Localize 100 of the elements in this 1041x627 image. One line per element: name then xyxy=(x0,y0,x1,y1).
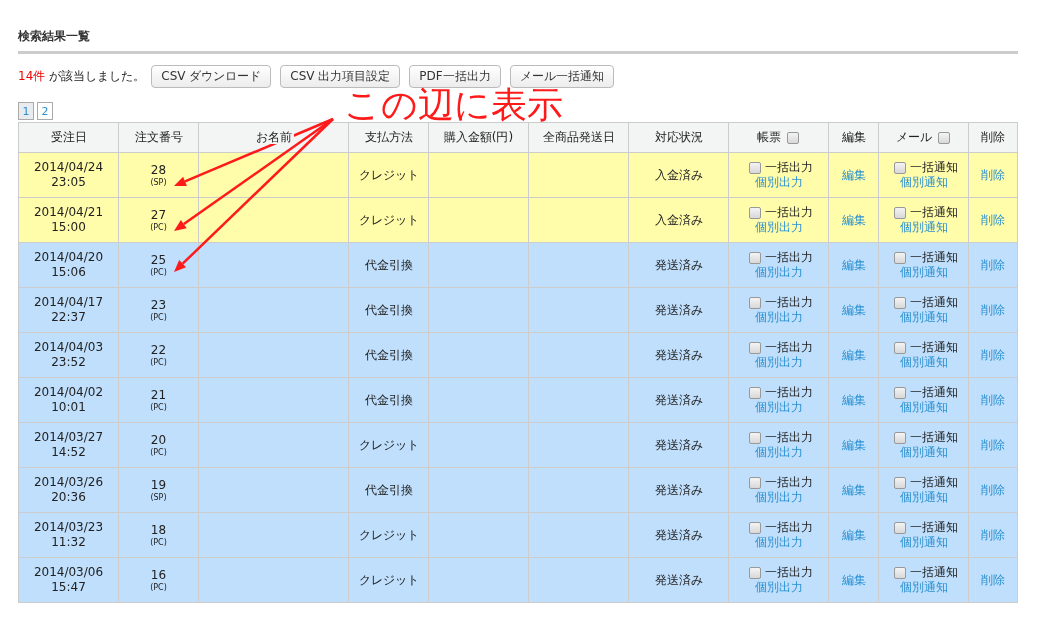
pdf-checkbox[interactable] xyxy=(748,341,761,354)
individual-output-link[interactable]: 個別出力 xyxy=(754,175,803,189)
mail-checkbox[interactable] xyxy=(893,566,906,579)
individual-output-link[interactable]: 個別出力 xyxy=(754,355,803,369)
edit-link[interactable]: 編集 xyxy=(841,572,866,587)
order-time: 22:37 xyxy=(50,310,87,325)
pdf-checkbox[interactable] xyxy=(748,251,761,264)
bulk-output-label: 一括出力 xyxy=(764,385,813,400)
individual-notify-link[interactable]: 個別通知 xyxy=(899,310,948,324)
order-date: 2014/03/06 xyxy=(32,565,105,580)
result-text: が該当しました。 xyxy=(49,68,146,85)
edit-link[interactable]: 編集 xyxy=(841,437,866,452)
bulk-notify-label: 一括通知 xyxy=(909,475,958,490)
order-time: 15:47 xyxy=(50,580,87,595)
payment-method: クレジット xyxy=(358,437,419,452)
edit-link[interactable]: 編集 xyxy=(841,392,866,407)
mail-checkbox[interactable] xyxy=(893,296,906,309)
bulk-output-label: 一括出力 xyxy=(764,160,813,175)
mail-checkbox[interactable] xyxy=(893,431,906,444)
delete-link[interactable]: 削除 xyxy=(981,527,1005,542)
payment-method: 代金引換 xyxy=(364,257,413,272)
delete-link[interactable]: 削除 xyxy=(981,257,1005,272)
action-button[interactable]: PDF一括出力 xyxy=(409,65,501,88)
edit-link[interactable]: 編集 xyxy=(841,257,866,272)
individual-notify-link[interactable]: 個別通知 xyxy=(899,355,948,369)
individual-output-link[interactable]: 個別出力 xyxy=(754,400,803,414)
delete-link[interactable]: 削除 xyxy=(981,392,1005,407)
pdf-checkbox[interactable] xyxy=(748,521,761,534)
delete-link[interactable]: 削除 xyxy=(981,347,1005,362)
delete-link[interactable]: 削除 xyxy=(981,167,1005,182)
action-button[interactable]: CSV ダウンロード xyxy=(151,65,272,88)
bulk-notify-label: 一括通知 xyxy=(909,385,958,400)
individual-notify-link[interactable]: 個別通知 xyxy=(899,535,948,549)
individual-output-link[interactable]: 個別出力 xyxy=(754,580,803,594)
pdf-checkbox[interactable] xyxy=(748,206,761,219)
mail-checkbox[interactable] xyxy=(893,341,906,354)
bulk-notify-label: 一括通知 xyxy=(909,430,958,445)
delete-link[interactable]: 削除 xyxy=(981,212,1005,227)
pdf-checkbox[interactable] xyxy=(748,161,761,174)
edit-link[interactable]: 編集 xyxy=(841,167,866,182)
order-time: 14:52 xyxy=(50,445,87,460)
individual-output-link[interactable]: 個別出力 xyxy=(754,265,803,279)
order-number: 27 xyxy=(149,207,168,223)
column-header: 受注日 xyxy=(18,122,119,153)
delete-link[interactable]: 削除 xyxy=(981,437,1005,452)
delete-link[interactable]: 削除 xyxy=(981,302,1005,317)
order-status: 発送済み xyxy=(654,347,703,362)
individual-output-link[interactable]: 個別出力 xyxy=(754,535,803,549)
order-time: 20:36 xyxy=(50,490,87,505)
order-number: 21 xyxy=(149,387,168,403)
bulk-output-label: 一括出力 xyxy=(764,475,813,490)
delete-link[interactable]: 削除 xyxy=(981,482,1005,497)
individual-notify-link[interactable]: 個別通知 xyxy=(899,580,948,594)
action-button[interactable]: メール一括通知 xyxy=(509,65,614,88)
edit-link[interactable]: 編集 xyxy=(841,527,866,542)
pdf-checkbox[interactable] xyxy=(748,476,761,489)
device-type: (PC) xyxy=(149,537,168,548)
pdf-checkbox[interactable] xyxy=(748,431,761,444)
mail-checkbox[interactable] xyxy=(893,161,906,174)
mail-checkbox[interactable] xyxy=(893,476,906,489)
mail-checkbox[interactable] xyxy=(893,251,906,264)
page-link[interactable]: 1 xyxy=(18,102,34,120)
column-header: 注文番号 xyxy=(118,122,199,153)
individual-notify-link[interactable]: 個別通知 xyxy=(899,490,948,504)
mail-checkbox[interactable] xyxy=(893,521,906,534)
order-date: 2014/03/26 xyxy=(32,475,105,490)
pdf-checkbox[interactable] xyxy=(748,386,761,399)
individual-notify-link[interactable]: 個別通知 xyxy=(899,445,948,459)
edit-link[interactable]: 編集 xyxy=(841,212,866,227)
select-all-checkbox[interactable] xyxy=(786,131,799,144)
action-button[interactable]: CSV 出力項目設定 xyxy=(280,65,401,88)
page-link[interactable]: 2 xyxy=(37,102,53,120)
order-time: 10:01 xyxy=(50,400,87,415)
bulk-output-label: 一括出力 xyxy=(764,520,813,535)
section-title: 検索結果一覧 xyxy=(18,28,91,45)
edit-link[interactable]: 編集 xyxy=(841,347,866,362)
individual-output-link[interactable]: 個別出力 xyxy=(754,220,803,234)
order-number: 18 xyxy=(149,522,168,538)
individual-output-link[interactable]: 個別出力 xyxy=(754,310,803,324)
payment-method: 代金引換 xyxy=(364,347,413,362)
mail-checkbox[interactable] xyxy=(893,386,906,399)
edit-link[interactable]: 編集 xyxy=(841,482,866,497)
payment-method: クレジット xyxy=(358,527,419,542)
pdf-checkbox[interactable] xyxy=(748,296,761,309)
order-number: 23 xyxy=(149,297,168,313)
delete-link[interactable]: 削除 xyxy=(981,572,1005,587)
individual-output-link[interactable]: 個別出力 xyxy=(754,445,803,459)
select-all-checkbox[interactable] xyxy=(937,131,950,144)
pdf-checkbox[interactable] xyxy=(748,566,761,579)
individual-output-link[interactable]: 個別出力 xyxy=(754,490,803,504)
individual-notify-link[interactable]: 個別通知 xyxy=(899,265,948,279)
bulk-output-label: 一括出力 xyxy=(764,565,813,580)
individual-notify-link[interactable]: 個別通知 xyxy=(899,400,948,414)
bulk-output-label: 一括出力 xyxy=(764,250,813,265)
order-time: 15:06 xyxy=(50,265,87,280)
individual-notify-link[interactable]: 個別通知 xyxy=(899,175,948,189)
individual-notify-link[interactable]: 個別通知 xyxy=(899,220,948,234)
edit-link[interactable]: 編集 xyxy=(841,302,866,317)
mail-checkbox[interactable] xyxy=(893,206,906,219)
order-date: 2014/03/23 xyxy=(32,520,105,535)
